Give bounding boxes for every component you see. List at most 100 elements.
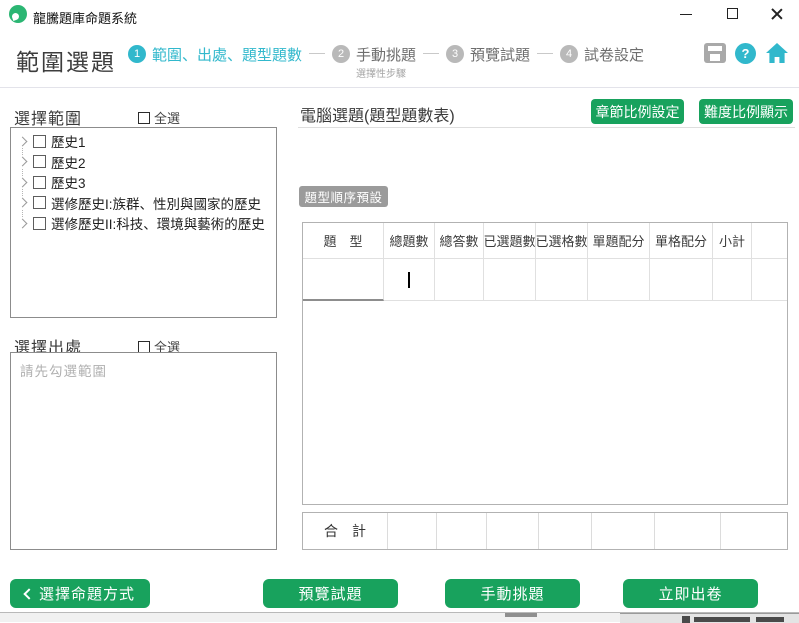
- tree-checkbox[interactable]: [33, 155, 46, 168]
- col-header-total-answers: 總答數: [435, 223, 484, 259]
- app-title: 龍騰題庫命題系統: [33, 8, 137, 27]
- preview-questions-button[interactable]: 預覽試題: [263, 579, 398, 608]
- computer-select-title: 電腦選題(題型題數表): [300, 102, 455, 126]
- total-cell: [388, 513, 437, 549]
- chapter-ratio-button[interactable]: 章節比例設定: [591, 99, 684, 124]
- col-header-selected-blanks: 已選格數: [536, 223, 588, 259]
- cell-extra[interactable]: [752, 259, 787, 301]
- chevron-right-icon[interactable]: [18, 198, 28, 208]
- step-separator: [309, 53, 325, 54]
- cell-selected-questions[interactable]: [484, 259, 536, 301]
- tree-checkbox[interactable]: [33, 217, 46, 230]
- step-2-circle: 2: [332, 45, 350, 63]
- step-2-label: 手動挑題: [356, 44, 416, 65]
- back-button-label: 選擇命題方式: [39, 583, 135, 604]
- col-header-type: 題 型: [303, 223, 384, 259]
- step-separator: [423, 53, 439, 54]
- step-4-label: 試卷設定: [584, 44, 644, 65]
- col-header-points-per-question: 單題配分: [588, 223, 650, 259]
- cell-total-answers[interactable]: [435, 259, 484, 301]
- cell-points-per-blank[interactable]: [650, 259, 713, 301]
- tree-item-history2[interactable]: 歷史2: [11, 152, 276, 173]
- step-separator: [537, 53, 553, 54]
- background-window-text-sliver: [756, 617, 784, 622]
- range-tree: 歷史1 歷史2 歷史3 選修歷史I:族群、性別與國家的歷史 選修歷史II:科技、…: [10, 127, 277, 318]
- source-select-all-checkbox[interactable]: [138, 341, 150, 353]
- close-icon: [770, 7, 784, 21]
- col-header-points-per-blank: 單格配分: [650, 223, 713, 259]
- generate-paper-button[interactable]: 立即出卷: [623, 579, 758, 608]
- minimize-icon: [680, 14, 692, 15]
- maximize-icon: [727, 8, 738, 19]
- step-4-circle: 4: [560, 45, 578, 63]
- total-cell: [437, 513, 487, 549]
- background-window-sliver: [505, 613, 537, 617]
- step-4-paper-settings[interactable]: 4 試卷設定: [560, 44, 644, 64]
- table-total-row: 合 計: [302, 512, 788, 550]
- range-panel-title: 選擇範圍: [14, 105, 82, 129]
- tree-item-elective1[interactable]: 選修歷史I:族群、性別與國家的歷史: [11, 193, 276, 214]
- source-placeholder: 請先勾選範圍: [11, 353, 276, 387]
- step-1-range[interactable]: 1 範圍、出處、題型題數: [128, 44, 302, 64]
- manual-pick-button[interactable]: 手動挑題: [445, 579, 580, 608]
- tree-item-elective2[interactable]: 選修歷史II:科技、環境與藝術的歷史: [11, 213, 276, 234]
- difficulty-ratio-button[interactable]: 難度比例顯示: [699, 99, 793, 124]
- page-header: 範圍選題 1 範圍、出處、題型題數 2 手動挑題 選擇性步驟 3 預覽試題: [0, 28, 799, 88]
- tree-item-label: 選修歷史II:科技、環境與藝術的歷史: [51, 213, 265, 233]
- cell-selected-blanks[interactable]: [536, 259, 588, 301]
- range-select-all[interactable]: 全選: [138, 108, 180, 127]
- col-header-extra: [752, 223, 787, 259]
- tree-item-label: 選修歷史I:族群、性別與國家的歷史: [51, 193, 261, 213]
- question-type-table: 題 型 總題數 總答數 已選題數 已選格數 單題配分 單格配分 小計: [302, 222, 788, 505]
- step-1-circle: 1: [128, 45, 146, 63]
- tree-item-label: 歷史3: [51, 172, 86, 192]
- maximize-button[interactable]: [717, 0, 749, 28]
- total-cell: [592, 513, 655, 549]
- step-2-manual-pick[interactable]: 2 手動挑題 選擇性步驟: [332, 44, 416, 80]
- save-icon[interactable]: [704, 43, 726, 63]
- step-2-sublabel: 選擇性步驟: [356, 65, 416, 80]
- home-icon[interactable]: [765, 42, 789, 64]
- total-cell: [655, 513, 721, 549]
- tree-checkbox[interactable]: [33, 196, 46, 209]
- minimize-button[interactable]: [670, 0, 702, 28]
- total-cell: [539, 513, 592, 549]
- type-order-preset-button[interactable]: 題型順序預設: [299, 186, 388, 207]
- app-logo-icon: [9, 5, 27, 23]
- page-title: 範圍選題: [16, 43, 116, 77]
- tree-checkbox[interactable]: [33, 135, 46, 148]
- back-to-method-button[interactable]: 選擇命題方式: [10, 579, 150, 608]
- cell-points-per-question[interactable]: [588, 259, 650, 301]
- table-data-row: [303, 259, 787, 301]
- cell-subtotal[interactable]: [713, 259, 752, 301]
- col-header-total-questions: 總題數: [384, 223, 435, 259]
- tree-item-history3[interactable]: 歷史3: [11, 172, 276, 193]
- tree-item-history1[interactable]: 歷史1: [11, 131, 276, 152]
- text-cursor: [408, 272, 410, 288]
- step-3-circle: 3: [446, 45, 464, 63]
- close-button[interactable]: [761, 0, 793, 28]
- chevron-right-icon[interactable]: [18, 136, 28, 146]
- chevron-left-icon: [23, 588, 34, 599]
- total-cell: [721, 513, 787, 549]
- chevron-right-icon[interactable]: [18, 218, 28, 228]
- step-3-preview[interactable]: 3 預覽試題: [446, 44, 530, 64]
- titlebar: 龍騰題庫命題系統: [0, 0, 799, 28]
- step-indicator: 1 範圍、出處、題型題數 2 手動挑題 選擇性步驟 3 預覽試題 4 試卷設定: [128, 44, 644, 80]
- source-list: 請先勾選範圍: [10, 352, 277, 550]
- background-window-text-sliver: [694, 617, 750, 622]
- tree-item-label: 歷史1: [51, 131, 86, 151]
- total-label-cell: 合 計: [303, 513, 388, 549]
- window-bottom-edge: [0, 612, 799, 622]
- cell-total-questions[interactable]: [384, 259, 435, 301]
- total-cell: [487, 513, 539, 549]
- range-select-all-checkbox[interactable]: [138, 112, 150, 124]
- step-1-label: 範圍、出處、題型題數: [152, 44, 302, 65]
- tree-checkbox[interactable]: [33, 176, 46, 189]
- range-select-all-label: 全選: [154, 108, 180, 127]
- tree-item-label: 歷史2: [51, 152, 86, 172]
- cell-type[interactable]: [303, 259, 384, 301]
- help-icon[interactable]: ?: [735, 43, 756, 64]
- chevron-right-icon[interactable]: [18, 177, 28, 187]
- chevron-right-icon[interactable]: [18, 157, 28, 167]
